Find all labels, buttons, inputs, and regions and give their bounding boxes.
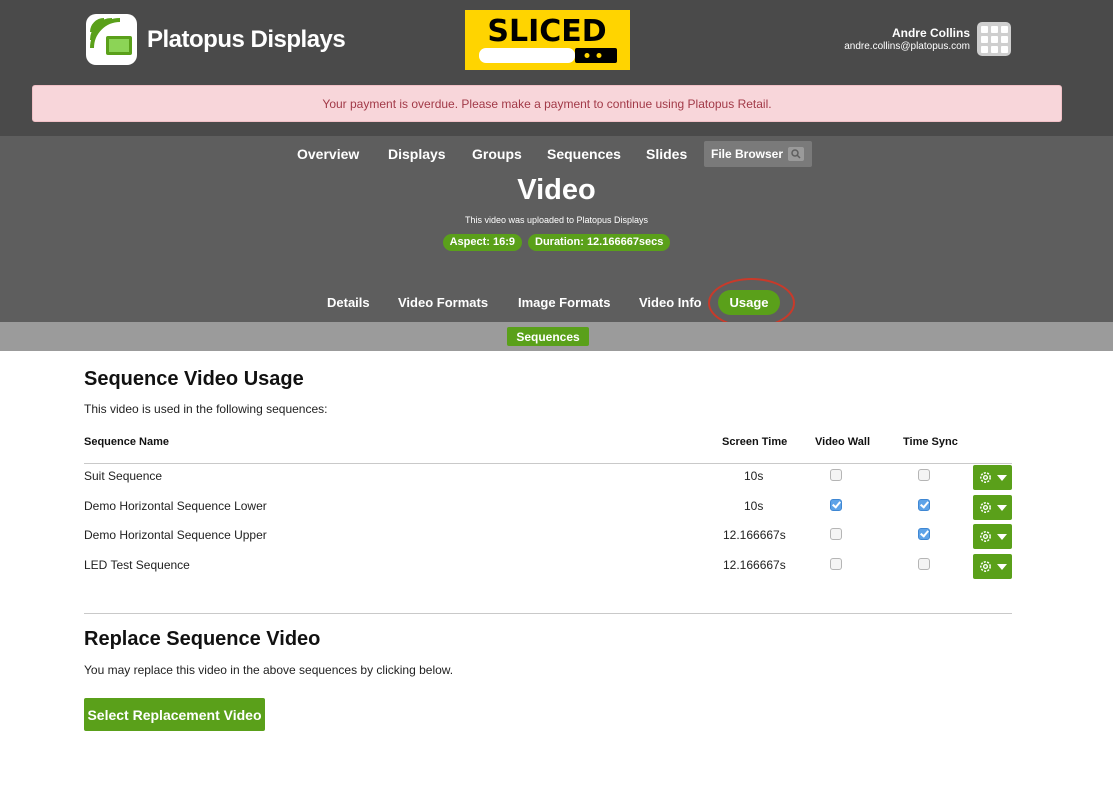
col-screen-time: Screen Time	[722, 436, 788, 448]
section-divider	[84, 613, 1012, 614]
row-actions-button[interactable]	[973, 554, 1012, 579]
screen-time: 12.166667s	[723, 558, 786, 572]
chevron-down-icon	[997, 475, 1007, 481]
nav-displays[interactable]: Displays	[388, 146, 446, 162]
col-video-wall: Video Wall	[815, 436, 871, 448]
video-wall-checkbox[interactable]	[830, 528, 842, 540]
tab-video-formats[interactable]: Video Formats	[398, 295, 488, 310]
select-replacement-video-button[interactable]: Select Replacement Video	[84, 698, 265, 731]
video-sub-nav: Details Video Formats Image Formats Vide…	[0, 295, 1113, 313]
brand-name: Platopus Displays	[147, 25, 346, 53]
col-sequence-name: Sequence Name	[84, 436, 169, 448]
usage-title: Sequence Video Usage	[84, 368, 304, 390]
tab-video-info[interactable]: Video Info	[639, 295, 702, 310]
sliced-logo-text: SLICED	[487, 14, 606, 49]
payment-overdue-alert: Your payment is overdue. Please make a p…	[32, 85, 1062, 122]
nav-slides[interactable]: Slides	[646, 146, 687, 162]
gear-icon	[980, 531, 991, 542]
brand[interactable]: Platopus Displays	[86, 14, 346, 65]
video-wall-checkbox[interactable]	[830, 499, 842, 511]
file-browser-button[interactable]: File Browser	[704, 141, 812, 167]
chevron-down-icon	[997, 534, 1007, 540]
table-row: Suit Sequence 10s	[84, 462, 1012, 492]
aspect-badge: Aspect: 16:9	[442, 234, 522, 251]
tab-details[interactable]: Details	[327, 295, 370, 310]
time-sync-checkbox[interactable]	[918, 528, 930, 540]
time-sync-checkbox[interactable]	[918, 469, 930, 481]
row-actions-button[interactable]	[973, 495, 1012, 520]
file-browser-label: File Browser	[711, 147, 784, 161]
tab-sequences[interactable]: Sequences	[507, 327, 589, 346]
nav-groups[interactable]: Groups	[472, 146, 522, 162]
gear-icon	[980, 561, 991, 572]
sequence-name: Suit Sequence	[84, 469, 163, 483]
page-subtitle: This video was uploaded to Platopus Disp…	[464, 215, 649, 225]
replace-description: You may replace this video in the above …	[84, 663, 454, 677]
screen-time: 10s	[744, 499, 764, 513]
video-wall-checkbox[interactable]	[830, 469, 842, 481]
table-row: LED Test Sequence 12.166667s	[84, 551, 1012, 581]
duration-badge: Duration: 12.166667secs	[528, 234, 671, 251]
nav-overview[interactable]: Overview	[297, 146, 359, 162]
main-nav: Overview Displays Groups Sequences Slide…	[0, 146, 1113, 164]
user-email: andre.collins@platopus.com	[844, 41, 970, 52]
gear-icon	[980, 502, 991, 513]
grid-apps-icon[interactable]	[977, 22, 1011, 56]
page-title: Video	[517, 174, 596, 206]
user-info[interactable]: Andre Collins andre.collins@platopus.com	[844, 26, 970, 54]
user-name: Andre Collins	[891, 26, 970, 40]
sliced-logo: SLICED	[465, 10, 630, 70]
screen-time: 12.166667s	[723, 528, 786, 542]
time-sync-checkbox[interactable]	[918, 558, 930, 570]
usage-description: This video is used in the following sequ…	[84, 402, 328, 416]
sequence-name: Demo Horizontal Sequence Upper	[84, 528, 267, 542]
screen-time: 10s	[744, 469, 764, 483]
tab-usage[interactable]: Usage	[718, 290, 780, 315]
row-actions-button[interactable]	[973, 465, 1012, 490]
table-row: Demo Horizontal Sequence Upper 12.166667…	[84, 521, 1012, 551]
display-wave-icon	[86, 14, 137, 65]
nav-sequences[interactable]: Sequences	[547, 146, 621, 162]
row-actions-button[interactable]	[973, 524, 1012, 549]
chevron-down-icon	[997, 564, 1007, 570]
search-icon	[788, 147, 804, 161]
col-time-sync: Time Sync	[903, 436, 958, 448]
gear-icon	[980, 472, 991, 483]
video-wall-checkbox[interactable]	[830, 558, 842, 570]
time-sync-checkbox[interactable]	[918, 499, 930, 511]
sequence-name: Demo Horizontal Sequence Lower	[84, 499, 267, 513]
sequence-name: LED Test Sequence	[84, 558, 190, 572]
replace-title: Replace Sequence Video	[84, 628, 321, 650]
video-badges: Aspect: 16:9 Duration: 12.166667secs	[0, 234, 1113, 251]
tab-image-formats[interactable]: Image Formats	[518, 295, 610, 310]
table-row: Demo Horizontal Sequence Lower 10s	[84, 492, 1012, 522]
chevron-down-icon	[997, 505, 1007, 511]
